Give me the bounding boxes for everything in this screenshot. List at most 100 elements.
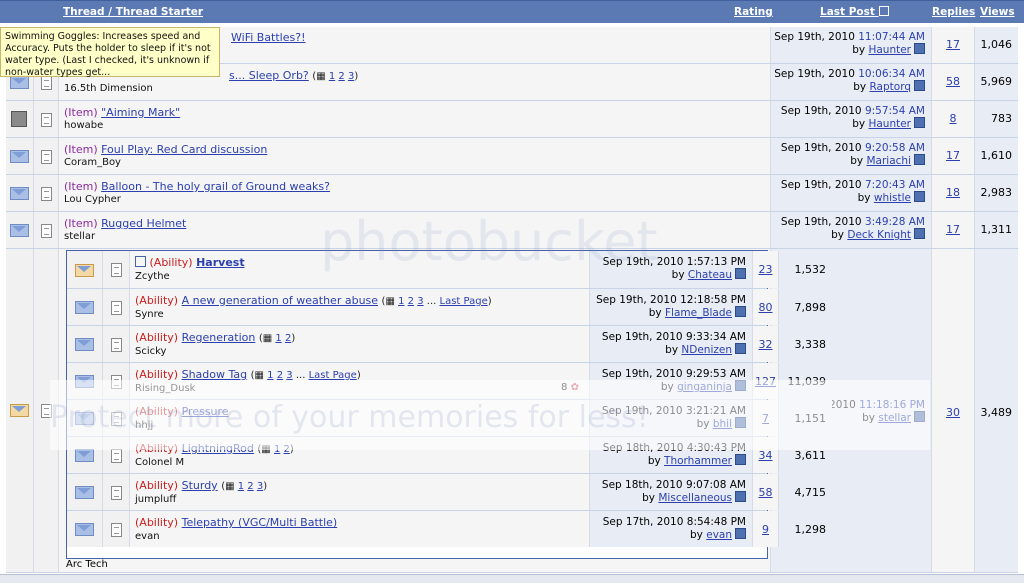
replies-count[interactable]: 58	[932, 75, 974, 88]
thread-column-header[interactable]: Thread / Thread Starter	[63, 6, 203, 18]
thread-title-link[interactable]: Telepathy (VGC/Multi Battle)	[182, 516, 338, 529]
last-post-by[interactable]: by Chateau	[672, 268, 746, 281]
page-link[interactable]: 2	[408, 296, 414, 307]
thread-starter[interactable]: Scicky	[135, 346, 166, 357]
goto-last-post-icon[interactable]	[735, 380, 746, 391]
inner-thread-row[interactable]: (Ability) Harvest Zcythe Sep 19th, 2010 …	[67, 251, 832, 289]
goto-last-post-icon[interactable]	[735, 417, 746, 428]
views-column-header[interactable]: Views	[980, 6, 1015, 18]
last-post-by[interactable]: by Haunter	[852, 117, 925, 130]
thread-title-link[interactable]: Regeneration	[182, 331, 256, 344]
goto-last-post-icon[interactable]	[914, 191, 925, 202]
replies-count[interactable]: 23	[753, 263, 778, 276]
page-link[interactable]: 2	[284, 444, 290, 455]
page-link[interactable]: 3	[286, 370, 292, 381]
last-post-by[interactable]: by Haunter	[852, 43, 925, 56]
thread-title-link[interactable]: Foul Play: Red Card discussion	[101, 143, 267, 156]
last-post-column-header[interactable]: Last Post	[820, 6, 889, 18]
thread-starter[interactable]: Arc Tech	[66, 559, 108, 570]
last-post-by[interactable]: by Deck Knight	[831, 228, 925, 241]
thread-starter[interactable]: Lou Cypher	[64, 194, 121, 205]
last-post-by[interactable]: by ginganinja	[661, 380, 746, 393]
inner-thread-row[interactable]: (Ability) A new generation of weather ab…	[67, 289, 832, 326]
thread-row[interactable]: (Item) Balloon - The holy grail of Groun…	[6, 175, 1018, 212]
replies-count[interactable]: 7	[753, 412, 778, 425]
page-link[interactable]: 1	[275, 333, 281, 344]
replies-count[interactable]: 17	[932, 223, 974, 236]
page-link[interactable]: 3	[417, 296, 423, 307]
page-link[interactable]: 1	[267, 370, 273, 381]
replies-count[interactable]: 17	[932, 149, 974, 162]
thread-starter[interactable]: howabe	[64, 120, 103, 131]
thread-title-link[interactable]: "Aiming Mark"	[101, 106, 180, 119]
replies-count[interactable]: 17	[932, 38, 974, 51]
goto-last-post-icon[interactable]	[914, 228, 925, 239]
thread-starter[interactable]: Coram_Boy	[64, 157, 121, 168]
thread-starter[interactable]: Colonel M	[135, 457, 184, 468]
page-link[interactable]: 3	[348, 71, 354, 82]
thread-starter[interactable]: stellar	[64, 231, 95, 242]
last-post-by[interactable]: by Mariachi	[850, 154, 925, 167]
last-post-by[interactable]: by stellar	[862, 411, 925, 424]
inner-thread-row[interactable]: (Ability) Sturdy (▦ 1 2 3) jumpluff Sep …	[67, 474, 832, 511]
inner-thread-row[interactable]: (Ability) Telepathy (VGC/Multi Battle) e…	[67, 511, 832, 547]
replies-count[interactable]: 127	[753, 375, 778, 388]
goto-last-post-icon[interactable]	[914, 411, 925, 422]
inner-thread-row[interactable]: (Ability) Regeneration (▦ 1 2) Scicky Se…	[67, 326, 832, 363]
page-link[interactable]: 3	[257, 481, 263, 492]
last-page-link[interactable]: Last Page	[440, 296, 488, 307]
goto-last-post-icon[interactable]	[735, 268, 746, 279]
thread-starter[interactable]: evan	[135, 531, 160, 542]
page-link[interactable]: 1	[274, 444, 280, 455]
replies-count[interactable]: 30	[932, 406, 974, 419]
inner-thread-row[interactable]: (Ability) LightningRod (▦ 1 2) Colonel M…	[67, 437, 832, 474]
page-link[interactable]: 2	[277, 370, 283, 381]
goto-last-post-icon[interactable]	[914, 154, 925, 165]
thread-row[interactable]: (Item) "Aiming Mark" howabe Sep 19th, 20…	[6, 101, 1018, 138]
thread-title-link[interactable]: A new generation of weather abuse	[182, 294, 378, 307]
inner-thread-row[interactable]: (Ability) Pressure hhjj Sep 19th, 2010 3…	[67, 400, 832, 437]
replies-count[interactable]: 80	[753, 301, 778, 314]
page-link[interactable]: 2	[285, 333, 291, 344]
replies-count[interactable]: 18	[932, 186, 974, 199]
last-post-by[interactable]: by Thorhammer	[648, 454, 746, 467]
goto-last-post-icon[interactable]	[735, 454, 746, 465]
replies-count[interactable]: 58	[753, 486, 778, 499]
last-post-by[interactable]: by whistle	[858, 191, 925, 204]
thread-starter[interactable]: Rising_Dusk	[135, 383, 195, 394]
thread-title-link[interactable]: Shadow Tag	[182, 368, 248, 381]
goto-last-post-icon[interactable]	[914, 117, 925, 128]
goto-last-post-icon[interactable]	[914, 43, 925, 54]
goto-last-post-icon[interactable]	[735, 306, 746, 317]
page-link[interactable]: 1	[329, 71, 335, 82]
thread-starter[interactable]: 16.5th Dimension	[64, 83, 153, 94]
thread-title-link[interactable]: Pressure	[182, 405, 229, 418]
last-post-by[interactable]: by evan	[690, 528, 746, 541]
inner-thread-row[interactable]: (Ability) Shadow Tag (▦ 1 2 3 ... Last P…	[67, 363, 832, 400]
page-link[interactable]: 2	[338, 71, 344, 82]
thread-title-link[interactable]: Balloon - The holy grail of Ground weaks…	[101, 180, 330, 193]
goto-last-post-icon[interactable]	[914, 80, 925, 91]
page-link[interactable]: 1	[238, 481, 244, 492]
goto-last-post-icon[interactable]	[735, 491, 746, 502]
thread-title-link[interactable]: Rugged Helmet	[101, 217, 186, 230]
last-post-by[interactable]: by Flame_Blade	[649, 306, 746, 319]
thread-row[interactable]: (Item) Foul Play: Red Card discussion Co…	[6, 138, 1018, 175]
thread-title-link[interactable]: LightningRod	[182, 442, 254, 455]
page-link[interactable]: 2	[247, 481, 253, 492]
last-post-by[interactable]: by NDenizen	[665, 343, 746, 356]
last-post-by[interactable]: by Miscellaneous	[642, 491, 746, 504]
thread-title-link[interactable]: Sturdy	[182, 479, 218, 492]
thread-title-link[interactable]: Harvest	[196, 256, 245, 269]
last-post-by[interactable]: by bhil	[697, 417, 746, 430]
thread-title-link[interactable]: s... Sleep Orb?	[229, 69, 309, 82]
last-post-by[interactable]: by Raptorq	[853, 80, 925, 93]
replies-column-header[interactable]: Replies	[932, 6, 975, 18]
replies-count[interactable]: 9	[753, 523, 778, 536]
replies-count[interactable]: 34	[753, 449, 778, 462]
goto-last-post-icon[interactable]	[735, 343, 746, 354]
replies-count[interactable]: 8	[932, 112, 974, 125]
goto-last-post-icon[interactable]	[735, 528, 746, 539]
thread-title-link[interactable]: WiFi Battles?!	[231, 31, 306, 44]
thread-starter[interactable]: jumpluff	[135, 494, 176, 505]
